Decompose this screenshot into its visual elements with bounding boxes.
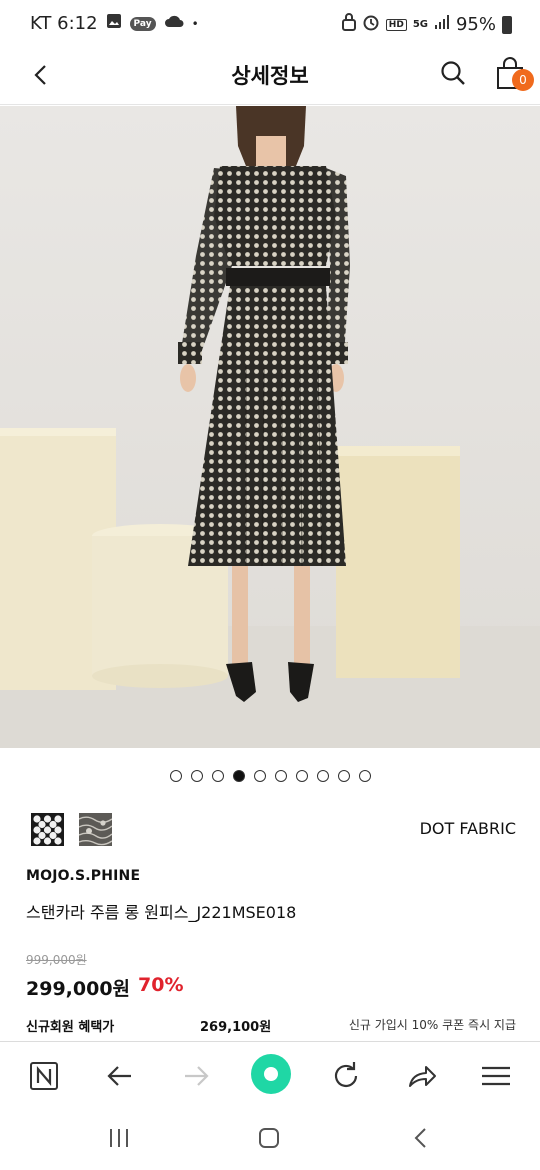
dot-pattern-icon (31, 813, 64, 846)
arrow-left-icon (107, 1066, 131, 1086)
more-notifications-dot: • (191, 16, 199, 31)
share-arrow-icon (409, 1066, 436, 1087)
page-indicator-dot[interactable] (254, 770, 266, 782)
member-benefit-price: 269,100원 (200, 1020, 272, 1035)
reload-button[interactable] (328, 1058, 364, 1094)
home-square-icon (259, 1128, 279, 1148)
pay-notification-icon: Pay (129, 16, 156, 31)
back-chevron-icon (414, 1128, 426, 1148)
system-home-button[interactable] (254, 1123, 284, 1153)
page-indicator-dot[interactable] (359, 770, 371, 782)
network-type: 5G (412, 19, 428, 30)
recent-apps-button[interactable] (104, 1123, 134, 1153)
page-indicator-dot[interactable] (275, 770, 287, 782)
fabric-texture-icon (78, 813, 113, 846)
naver-n-icon (30, 1062, 58, 1090)
page-indicator-dot[interactable] (317, 770, 329, 782)
battery-icon (502, 15, 512, 34)
member-benefit-label: 신규회원 혜택가 (26, 1020, 115, 1035)
fabric-swatch-texture[interactable] (78, 813, 113, 846)
hd-voice-icon: HD (385, 18, 407, 31)
cart-count-badge: 0 (512, 69, 534, 91)
page-indicator-dot[interactable] (212, 770, 224, 782)
system-navigation-bar (0, 1109, 540, 1170)
discount-rate: 70% (138, 974, 184, 996)
page-indicator-dot[interactable] (191, 770, 203, 782)
page-indicator-dot[interactable] (338, 770, 350, 782)
image-page-indicator[interactable] (0, 770, 540, 782)
page-indicator-dot[interactable] (170, 770, 182, 782)
brand-name[interactable]: MOJO.S.PHINE (26, 868, 140, 884)
recent-apps-icon (110, 1129, 128, 1147)
fabric-swatch-dot[interactable] (31, 813, 64, 846)
naver-home-button[interactable] (26, 1058, 62, 1094)
product-image[interactable] (0, 106, 540, 748)
carrier-time: KT 6:12 (30, 13, 98, 34)
new-member-benefit-row: 신규회원 혜택가 269,100원 신규 가입시 10% 쿠폰 즉시 지급 (0, 1013, 540, 1037)
search-icon (441, 61, 465, 85)
signal-icon (434, 14, 450, 35)
green-home-button[interactable] (251, 1054, 291, 1094)
system-back-button[interactable] (406, 1123, 436, 1153)
gallery-notification-icon (106, 13, 122, 34)
share-button[interactable] (404, 1058, 440, 1094)
refresh-icon (334, 1062, 358, 1088)
alarm-icon (362, 13, 380, 36)
browser-menu-button[interactable] (478, 1058, 514, 1094)
member-coupon-note: 신규 가입시 10% 쿠폰 즉시 지급 (348, 1018, 516, 1032)
browser-back-button[interactable] (102, 1058, 138, 1094)
browser-forward-button[interactable] (178, 1058, 214, 1094)
app-header: 상세정보 (0, 50, 540, 105)
battery-percent: 95% (455, 14, 496, 35)
status-bar: KT 6:12 Pay • HD 5G 95% (0, 0, 540, 50)
original-price: 999,000원 (26, 953, 87, 967)
product-name: 스탠카라 주름 롱 원피스_J221MSE018 (26, 903, 297, 922)
lock-rotate-icon (341, 13, 356, 36)
fabric-label: DOT FABRIC (419, 819, 516, 838)
model-dress-photo (0, 106, 540, 748)
sale-price: 299,000원 (26, 978, 131, 1000)
arrow-right-icon (185, 1066, 209, 1086)
page-indicator-dot[interactable] (296, 770, 308, 782)
cloud-notification-icon (164, 13, 184, 34)
search-button[interactable] (438, 58, 468, 88)
hamburger-menu-icon (482, 1066, 510, 1086)
page-indicator-dot[interactable] (233, 770, 245, 782)
